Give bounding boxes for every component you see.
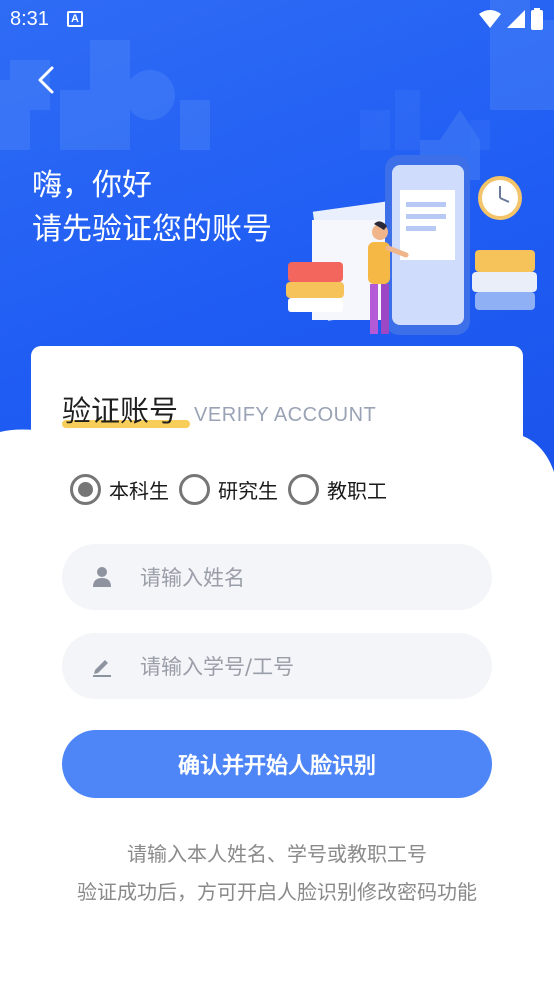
back-button[interactable] (26, 60, 66, 100)
wifi-icon (479, 10, 501, 28)
radio-button-checked[interactable] (70, 474, 101, 505)
greeting-line-2: 请先验证您的账号 (32, 212, 272, 247)
radio-label: 研究生 (218, 479, 278, 503)
battery-icon (531, 8, 543, 30)
name-input[interactable]: 请输入姓名 (62, 544, 492, 610)
hint-line-2: 验证成功后，方可开启人脸识别修改密码功能 (77, 880, 477, 904)
card-title-text: 验证账号 (62, 394, 179, 428)
greeting-text: 嗨，你好 请先验证您的账号 (32, 164, 272, 252)
hint-line-1: 请输入本人姓名、学号或教职工号 (127, 842, 427, 866)
role-radio-group: 本科生 研究生 教职工 (70, 474, 397, 505)
radio-undergraduate[interactable]: 本科生 (70, 474, 169, 505)
verification-illustration (286, 155, 537, 335)
card-header: 验证账号 VERIFY ACCOUNT (62, 388, 376, 430)
chevron-left-icon (38, 66, 54, 94)
greeting-line-1: 嗨，你好 (32, 168, 152, 203)
notification-icon: A (66, 11, 83, 27)
radio-label: 教职工 (327, 479, 387, 503)
signal-icon (507, 10, 525, 28)
edit-pencil-icon (90, 654, 114, 678)
status-time: 8:31 (10, 7, 49, 30)
radio-button-unchecked[interactable] (179, 474, 210, 505)
radio-staff[interactable]: 教职工 (288, 474, 387, 505)
radio-dot (78, 482, 93, 497)
card-subtitle: VERIFY ACCOUNT (194, 404, 377, 426)
person-icon (90, 565, 114, 589)
radio-graduate[interactable]: 研究生 (179, 474, 278, 505)
start-face-recognition-button[interactable]: 确认并开始人脸识别 (62, 730, 492, 798)
name-input-placeholder: 请输入姓名 (140, 566, 245, 590)
id-input-placeholder: 请输入学号/工号 (140, 655, 295, 679)
radio-label: 本科生 (109, 479, 169, 503)
status-indicators (478, 7, 544, 31)
card-title: 验证账号 (62, 388, 190, 430)
radio-button-unchecked[interactable] (288, 474, 319, 505)
status-bar: 8:31 A (0, 0, 554, 38)
id-number-input[interactable]: 请输入学号/工号 (62, 633, 492, 699)
